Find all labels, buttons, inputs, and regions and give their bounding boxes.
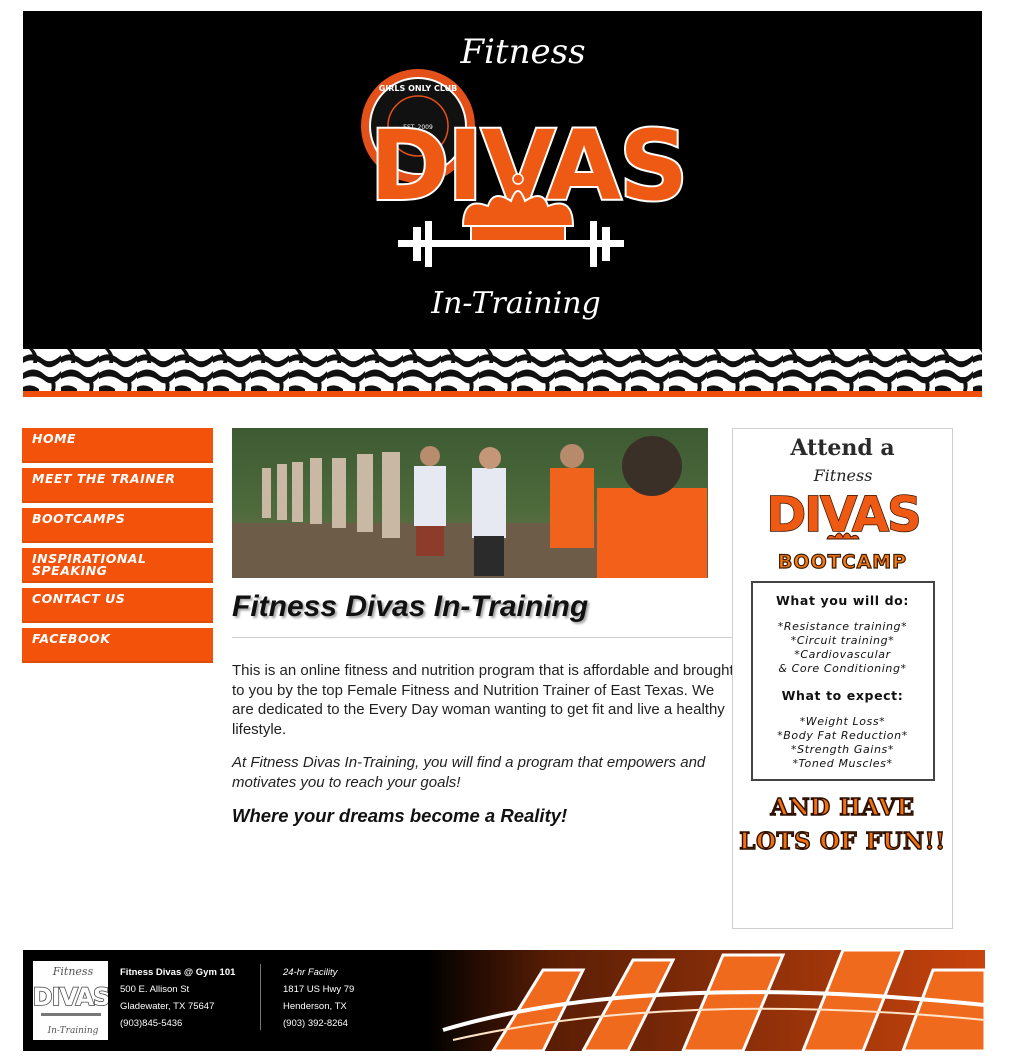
- nav-contact-us[interactable]: CONTACT US: [22, 588, 213, 623]
- bootcamp-info-box: What you will do: *Resistance training* …: [750, 581, 935, 781]
- footer: Fitness DIVAS In-Training Fitness Divas …: [23, 950, 985, 1051]
- logo-fitness-script: Fitness: [459, 32, 585, 72]
- nav-inspirational-speaking[interactable]: INSPIRATIONAL SPEAKING: [22, 548, 213, 583]
- nav-home[interactable]: HOME: [22, 428, 213, 463]
- what-to-expect-heading: What to expect:: [781, 688, 904, 703]
- svg-text:GIRLS ONLY CLUB: GIRLS ONLY CLUB: [379, 84, 458, 93]
- zebra-pattern: [23, 349, 982, 391]
- expectation-item: *Toned Muscles*: [792, 757, 893, 770]
- facility-24hr-phone[interactable]: (903) 392-8264: [283, 1015, 354, 1032]
- svg-text:DIVAS: DIVAS: [766, 487, 919, 543]
- gym-101-city: Gladewater, TX 75647: [120, 1001, 215, 1012]
- facility-24hr-title: 24-hr Facility: [283, 967, 338, 978]
- footer-divider: [260, 964, 261, 1030]
- svg-text:In-Training: In-Training: [47, 1026, 99, 1036]
- footer-divas-logo: Fitness DIVAS In-Training: [32, 965, 111, 1036]
- tagline: Where your dreams become a Reality!: [232, 805, 568, 826]
- gym-101-street: 500 E. Allison St: [120, 984, 190, 995]
- fun-line-1: AND HAVE: [770, 793, 915, 821]
- nav-meet-the-trainer[interactable]: MEET THE TRAINER: [22, 468, 213, 503]
- expectation-item: *Strength Gains*: [791, 743, 894, 756]
- intro-paragraph: This is an online fitness and nutrition …: [232, 662, 734, 738]
- activity-item: *Cardiovascular: [794, 648, 891, 661]
- svg-text:DIVAS: DIVAS: [33, 983, 108, 1011]
- svg-text:Fitness: Fitness: [52, 965, 94, 978]
- attend-heading: Attend a: [790, 435, 895, 461]
- page-title: Fitness Divas In-Training: [232, 590, 589, 623]
- zebra-stripe-band: [23, 349, 982, 391]
- activity-item: & Core Conditioning*: [778, 662, 907, 675]
- gym-101-address: Fitness Divas @ Gym 101 500 E. Allison S…: [120, 964, 235, 1032]
- svg-text:Fitness: Fitness: [812, 466, 872, 485]
- expectation-item: *Body Fat Reduction*: [777, 729, 908, 742]
- header-banner: GIRLS ONLY CLUB EST. 2009 Fitness DIVAS …: [23, 11, 982, 349]
- divas-logo: GIRLS ONLY CLUB EST. 2009 Fitness DIVAS …: [361, 32, 690, 321]
- sidebar-divas-logo: Fitness DIVAS: [765, 466, 922, 544]
- expectations-list: *Weight Loss* *Body Fat Reduction* *Stre…: [757, 715, 929, 771]
- hero-photo-bootcamp: [232, 428, 708, 578]
- footer-logo[interactable]: Fitness DIVAS In-Training: [32, 961, 111, 1040]
- activity-item: *Resistance training*: [777, 620, 908, 633]
- nav-facebook[interactable]: FACEBOOK: [22, 628, 213, 663]
- what-you-will-do-heading: What you will do:: [776, 593, 909, 608]
- fun-line-2: LOTS OF FUN!!: [739, 827, 946, 855]
- activities-list: *Resistance training* *Circuit training*…: [757, 620, 929, 676]
- gym-101-title: Fitness Divas @ Gym 101: [120, 967, 236, 978]
- header-orange-rule: [23, 391, 982, 397]
- logo-in-training-script: In-Training: [430, 286, 601, 321]
- facility-24hr-city: Henderson, TX: [283, 1001, 347, 1012]
- gym-101-phone[interactable]: (903)845-5436: [120, 1015, 235, 1032]
- expectation-item: *Weight Loss*: [799, 715, 886, 728]
- intro-content: This is an online fitness and nutrition …: [232, 661, 736, 840]
- mission-paragraph: At Fitness Divas In-Training, you will f…: [232, 754, 706, 791]
- bootcamp-photo: [232, 428, 708, 578]
- nav-bootcamps[interactable]: BOOTCAMPS: [22, 508, 213, 543]
- bootcamp-word: BOOTCAMP: [777, 550, 908, 573]
- facility-24hr-street: 1817 US Hwy 79: [283, 984, 355, 995]
- main-nav: HOME MEET THE TRAINER BOOTCAMPS INSPIRAT…: [22, 428, 213, 668]
- activity-item: *Circuit training*: [790, 634, 895, 647]
- bootcamp-promo-sidebar[interactable]: Attend a Fitness DIVAS BOOTCAMP What you…: [732, 428, 953, 929]
- facility-24hr-address: 24-hr Facility 1817 US Hwy 79 Henderson,…: [283, 964, 354, 1032]
- title-divider: [232, 637, 732, 638]
